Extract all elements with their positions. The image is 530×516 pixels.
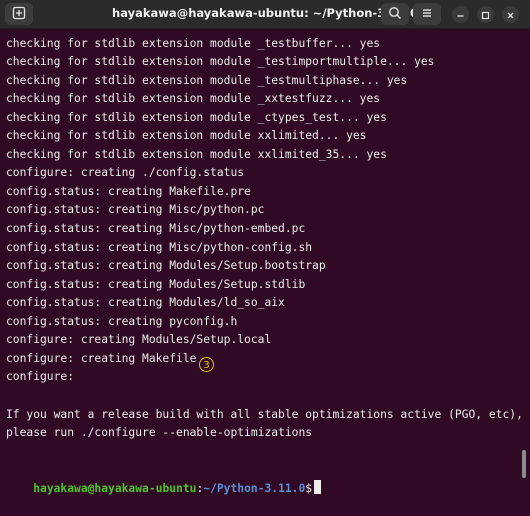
text-cursor (314, 480, 322, 494)
scrollbar-thumb[interactable] (522, 450, 526, 478)
annotation-marker-3: 3 (199, 357, 214, 372)
terminal-line: config.status: creating Modules/Setup.st… (6, 278, 306, 291)
terminal-line: please run ./configure --enable-optimiza… (6, 426, 313, 439)
minimize-button[interactable] (452, 6, 469, 23)
terminal-line: checking for stdlib extension module _xx… (6, 92, 381, 105)
new-tab-icon (12, 5, 26, 24)
prompt-path: ~/Python-3.11.0 (203, 482, 306, 495)
terminal-line: checking for stdlib extension module xxl… (6, 129, 367, 142)
prompt-symbol: $ (305, 482, 313, 495)
search-icon (388, 5, 402, 24)
terminal-line: config.status: creating Modules/Setup.bo… (6, 259, 326, 272)
terminal-line: configure: creating Modules/Setup.local (6, 333, 272, 346)
terminal-line: checking for stdlib extension module _te… (6, 55, 435, 68)
minimize-icon (456, 5, 465, 24)
terminal-output[interactable]: checking for stdlib extension module _te… (0, 29, 523, 495)
prompt-line: hayakawa@hayakawa-ubuntu:~/Python-3.11.0… (6, 462, 322, 495)
terminal-line: configure: (6, 370, 75, 383)
new-tab-button[interactable] (5, 3, 33, 25)
terminal-line: config.status: creating pyconfig.h (6, 315, 238, 328)
hamburger-menu-icon (420, 5, 434, 24)
terminal-line: config.status: creating Modules/ld_so_ai… (6, 296, 285, 309)
terminal-line: configure: creating Makefile (6, 352, 197, 365)
title-bar: hayakawa@hayakawa-ubuntu: ~/Python-3.11.… (0, 0, 530, 29)
scrollbar[interactable] (518, 29, 530, 479)
terminal-line: checking for stdlib extension module _ct… (6, 111, 387, 124)
terminal-line: checking for stdlib extension module _te… (6, 37, 381, 50)
close-button[interactable] (502, 6, 519, 23)
window-title: hayakawa@hayakawa-ubuntu: ~/Python-3.11.… (112, 6, 418, 20)
prompt-separator: : (196, 482, 204, 495)
terminal-line: checking for stdlib extension module _te… (6, 74, 408, 87)
terminal-line: config.status: creating Misc/python-conf… (6, 241, 313, 254)
maximize-icon (481, 5, 490, 24)
terminal-line: config.status: creating Misc/python.pc (6, 203, 265, 216)
menu-button[interactable] (413, 3, 441, 25)
terminal-line: config.status: creating Makefile.pre (6, 185, 251, 198)
terminal-line: checking for stdlib extension module xxl… (6, 148, 387, 161)
prompt-user-host: hayakawa@hayakawa-ubuntu (33, 482, 197, 495)
terminal-line: If you want a release build with all sta… (6, 408, 523, 421)
search-button[interactable] (381, 3, 409, 25)
terminal-line: configure: creating ./config.status (6, 166, 245, 179)
maximize-button[interactable] (477, 6, 494, 23)
terminal-line: config.status: creating Misc/python-embe… (6, 222, 306, 235)
close-icon (506, 5, 515, 24)
